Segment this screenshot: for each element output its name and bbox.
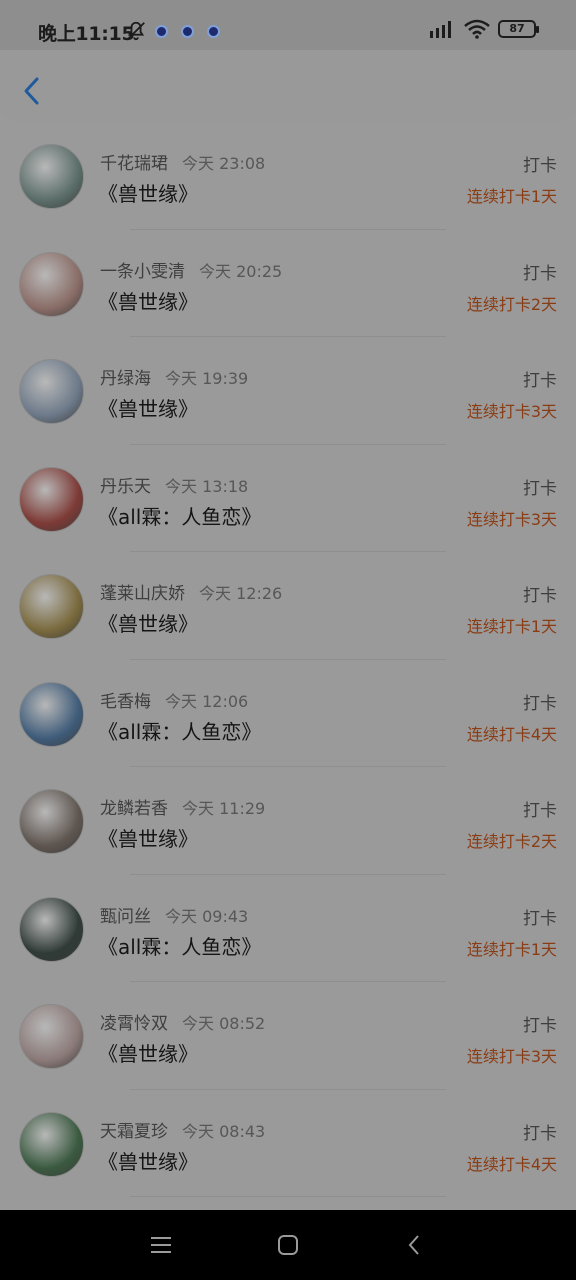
status-bar: 晚上11:15 87 (0, 0, 576, 50)
app-bar (0, 50, 576, 122)
avatar[interactable] (19, 574, 84, 639)
post-time: 今天 11:29 (182, 799, 266, 818)
list-item[interactable]: 一条小雯清 今天 20:25 《兽世缘》 打卡 连续打卡2天 (0, 230, 576, 338)
book-title: 《兽世缘》 (98, 289, 198, 314)
streak-label: 连续打卡4天 (466, 724, 557, 744)
navigation-bar (0, 1210, 576, 1280)
battery-level: 87 (509, 22, 525, 35)
notification-icons (155, 25, 220, 38)
book-title: 《all霖：人鱼恋》 (98, 934, 262, 959)
post-time: 今天 13:18 (165, 476, 249, 496)
checkin-list: 千花瑞珺 今天 23:08 《兽世缘》 打卡 连续打卡1天 一条小雯清 今天 20:25 《兽… (0, 122, 576, 1210)
post-time: 今天 08:43 (182, 1121, 266, 1141)
user-name-line: 蓬莱山庆娇 今天 12:26 (100, 579, 282, 604)
avatar[interactable] (19, 251, 84, 317)
avatar[interactable] (19, 789, 84, 854)
user-name-line: 毛香梅 今天 12:06 (100, 687, 248, 712)
streak-label: 连续打卡3天 (466, 1047, 557, 1066)
avatar[interactable] (19, 466, 84, 532)
list-item[interactable]: 毛香梅 今天 12:06 《all霖：人鱼恋》 打卡连续打卡4天 (0, 660, 576, 768)
checkin-label: 打卡 (523, 908, 557, 929)
user-name: 龙鳞若香 (100, 799, 168, 819)
app-notification-icon (207, 25, 220, 38)
avatar[interactable] (19, 896, 84, 962)
checkin-label: 打卡 (523, 693, 557, 714)
list-item[interactable]: 蓬莱山庆娇 今天 12:26 《兽世缘》 打卡 连续打卡1天 (0, 552, 576, 660)
streak-label: 连续打卡2天 (466, 832, 557, 851)
post-time: 今天 12:26 (199, 584, 283, 603)
streak-label: 连续打卡4天 (466, 1154, 557, 1174)
user-name-line: 丹绿海 今天 19:39 (100, 364, 248, 389)
streak-label: 连续打卡1天 (466, 939, 557, 959)
checkin-label: 打卡 (523, 263, 557, 284)
book-title: 《兽世缘》 (98, 1149, 198, 1174)
user-name: 天霜夏珍 (100, 1121, 168, 1142)
book-title: 《兽世缘》 (98, 397, 198, 421)
status-time: 晚上11:15 (38, 23, 135, 45)
checkin-label: 打卡 (523, 478, 557, 499)
user-name-line: 丹乐天 今天 13:18 (100, 472, 248, 497)
avatar[interactable] (19, 359, 84, 424)
back-icon[interactable] (402, 1232, 428, 1258)
book-title: 《兽世缘》 (98, 827, 198, 851)
bell-muted-icon (127, 21, 145, 41)
user-name-line: 甄问丝 今天 09:43 (100, 902, 248, 927)
book-title: 《兽世缘》 (98, 182, 198, 206)
user-name-line: 凌霄怜双 今天 08:52 (100, 1009, 265, 1034)
book-title: 《兽世缘》 (98, 1042, 198, 1066)
user-name: 毛香梅 (100, 691, 151, 712)
book-title: 《all霖：人鱼恋》 (98, 504, 262, 529)
post-time: 今天 08:52 (182, 1014, 266, 1033)
streak-label: 连续打卡3天 (466, 509, 557, 529)
user-name: 丹绿海 (100, 369, 151, 389)
avatar[interactable] (19, 1004, 84, 1069)
user-name: 凌霄怜双 (100, 1014, 168, 1034)
list-item[interactable]: 丹绿海 今天 19:39 《兽世缘》 打卡连续打卡3天 (0, 337, 576, 445)
streak-label: 连续打卡2天 (466, 294, 557, 314)
list-item[interactable]: 千花瑞珺 今天 23:08 《兽世缘》 打卡连续打卡1天 (0, 122, 576, 230)
user-name: 丹乐天 (100, 476, 151, 497)
streak-label: 连续打卡1天 (466, 187, 557, 206)
checkin-label: 打卡 (523, 801, 557, 821)
list-item[interactable]: 天霜夏珍 今天 08:43 《兽世缘》 打卡连续打卡4天 (0, 1090, 576, 1198)
menu-icon[interactable] (148, 1232, 174, 1258)
post-time: 今天 23:08 (182, 154, 266, 173)
user-name: 一条小雯清 (100, 261, 185, 282)
book-title: 《all霖：人鱼恋》 (98, 719, 262, 744)
post-time: 今天 20:25 (199, 261, 283, 281)
checkin-label: 打卡 (523, 371, 557, 391)
list-item[interactable]: 丹乐天 今天 13:18 《all霖：人鱼恋》 打卡连续打卡3天 (0, 445, 576, 553)
user-name: 蓬莱山庆娇 (100, 584, 185, 604)
streak-label: 连续打卡1天 (466, 617, 557, 636)
wifi-icon (464, 19, 490, 39)
post-time: 今天 12:06 (165, 691, 249, 711)
book-title: 《兽世缘》 (98, 612, 198, 636)
user-name-line: 龙鳞若香 今天 11:29 (100, 794, 265, 819)
checkin-label: 打卡 (523, 586, 557, 606)
avatar[interactable] (19, 144, 84, 209)
checkin-label: 打卡 (523, 156, 557, 176)
signal-icon (430, 21, 451, 38)
back-arrow-icon[interactable] (18, 74, 44, 108)
checkin-label: 打卡 (523, 1123, 557, 1144)
streak-label: 连续打卡3天 (466, 402, 557, 421)
app-notification-icon (181, 25, 194, 38)
list-item[interactable]: 龙鳞若香 今天 11:29 《兽世缘》 打卡连续打卡2天 (0, 767, 576, 875)
list-item[interactable]: 甄问丝 今天 09:43 《all霖：人鱼恋》 打卡连续打卡1天 (0, 875, 576, 983)
checkin-label: 打卡 (523, 1016, 557, 1036)
battery-icon: 87 (498, 20, 539, 38)
list-item[interactable]: 凌霄怜双 今天 08:52 《兽世缘》 打卡连续打卡3天 (0, 982, 576, 1090)
app-notification-icon (155, 25, 168, 38)
user-name-line: 天霜夏珍 今天 08:43 (100, 1117, 265, 1142)
post-time: 今天 19:39 (165, 369, 249, 388)
avatar[interactable] (19, 1111, 84, 1177)
user-name-line: 一条小雯清 今天 20:25 (100, 257, 282, 282)
avatar[interactable] (19, 681, 84, 747)
user-name: 千花瑞珺 (100, 154, 168, 174)
user-name: 甄问丝 (100, 906, 151, 927)
user-name-line: 千花瑞珺 今天 23:08 (100, 149, 265, 174)
home-icon[interactable] (275, 1232, 301, 1258)
post-time: 今天 09:43 (165, 906, 249, 926)
